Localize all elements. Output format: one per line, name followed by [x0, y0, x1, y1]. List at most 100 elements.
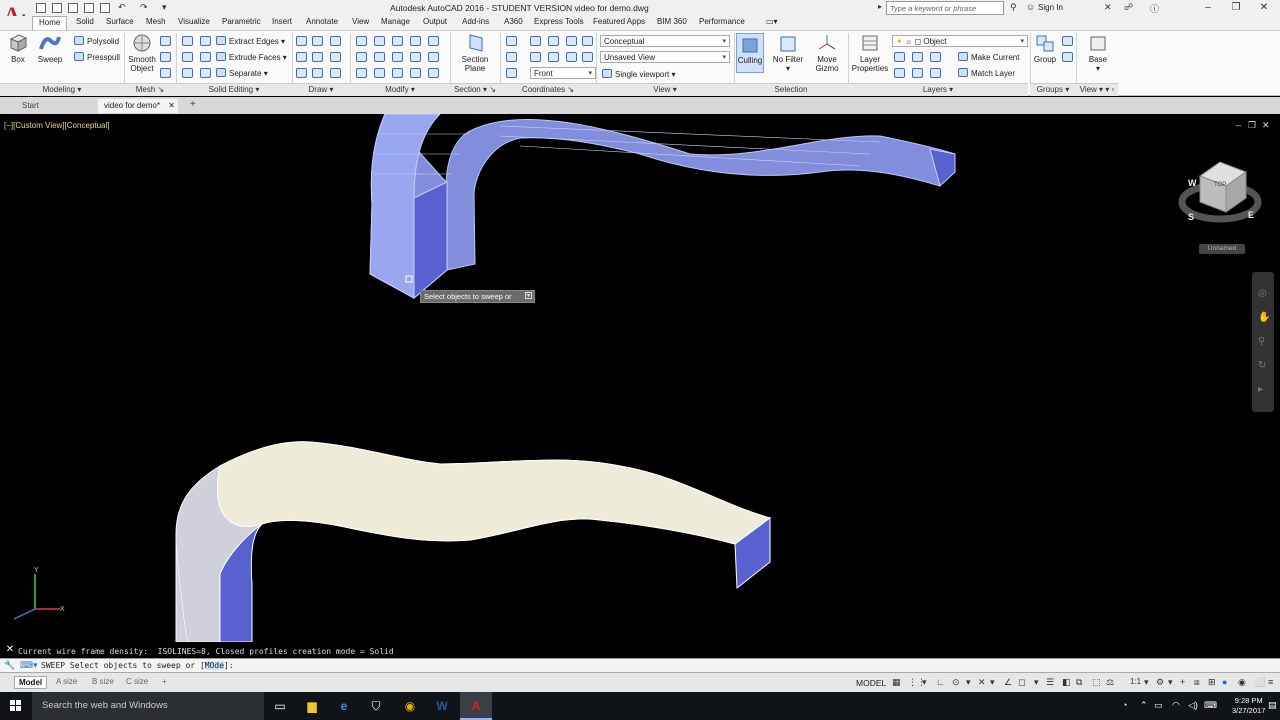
exchange-apps-icon[interactable]: ✕: [1104, 2, 1112, 13]
modify-panel-title[interactable]: Modify ▾: [350, 83, 450, 96]
hatch-icon[interactable]: [330, 68, 341, 78]
fillet-icon[interactable]: [428, 36, 439, 46]
ortho-icon[interactable]: ∟: [936, 677, 945, 687]
viewport-config-button[interactable]: Single viewport ▾: [602, 69, 676, 79]
annotation-scale[interactable]: 1:1: [1130, 677, 1141, 686]
spline-icon[interactable]: [312, 52, 323, 62]
isolate-objects-icon[interactable]: ◉: [1238, 677, 1246, 688]
ucs-y-icon[interactable]: [582, 52, 593, 62]
polysolid-button[interactable]: Polysolid: [74, 36, 119, 46]
viewport-restore-icon[interactable]: ❐: [1248, 120, 1256, 131]
mesh-tool-icon[interactable]: [160, 36, 171, 46]
no-filter-button[interactable]: No Filter ▾: [770, 33, 806, 73]
autocad-taskbar-icon[interactable]: A: [460, 692, 492, 720]
search-icon[interactable]: ⚲: [1010, 2, 1017, 13]
viewport-minimize-icon[interactable]: –: [1236, 120, 1241, 130]
polygon-icon[interactable]: [296, 68, 307, 78]
ucs-named-icon[interactable]: [506, 68, 517, 78]
presspull-button[interactable]: Presspull: [74, 52, 120, 62]
keyboard-icon[interactable]: ⌨: [1204, 700, 1217, 711]
layout-tab-a-size[interactable]: A size: [52, 676, 81, 687]
redo-icon[interactable]: ↷: [140, 2, 148, 13]
section-panel-title[interactable]: Section ▾ ↘: [450, 83, 500, 96]
drawing-viewport[interactable]: Y X TOP W S E Unnamed ◎ ✋ ⚲ ↻ ▸ [−][Cust…: [0, 114, 1280, 642]
pan-icon[interactable]: ✋: [1258, 312, 1270, 323]
edge-browser-icon[interactable]: e: [328, 692, 360, 720]
search-input[interactable]: Type a keyword or phrase: [886, 1, 1004, 15]
visual-style-dropdown[interactable]: Conceptual ▾: [600, 35, 730, 47]
add-layout-button[interactable]: +: [158, 676, 171, 687]
selection-cycling-icon[interactable]: ⧉: [1076, 677, 1082, 688]
stretch-icon[interactable]: [392, 52, 403, 62]
3d-osnap-icon[interactable]: ⬚: [1092, 677, 1101, 688]
ucs-name-menu[interactable]: Unnamed: [1199, 244, 1245, 254]
layer-off-icon[interactable]: [912, 52, 923, 62]
model-canvas[interactable]: Y X: [0, 114, 1280, 642]
ucs-3point-icon[interactable]: [582, 36, 593, 46]
tab-video-for-demo[interactable]: video for demo* ✕: [98, 99, 178, 113]
view2-panel-title[interactable]: View ▾ ▾ ▫: [1076, 83, 1118, 96]
ucs-view-icon[interactable]: [548, 52, 559, 62]
battery-icon[interactable]: ▭: [1154, 700, 1163, 711]
save-icon[interactable]: [68, 3, 78, 13]
word-icon[interactable]: W: [426, 692, 458, 720]
slice-icon[interactable]: [200, 52, 211, 62]
modeling-panel-title[interactable]: Modeling ▾: [0, 83, 124, 96]
section-plane-button[interactable]: Section Plane: [458, 33, 492, 73]
group-edit-icon[interactable]: [1062, 52, 1073, 62]
culling-button[interactable]: Culling: [736, 33, 764, 73]
ellipse-icon[interactable]: [330, 52, 341, 62]
clean-screen-icon[interactable]: ⬜: [1254, 677, 1265, 688]
file-explorer-icon[interactable]: ▆: [296, 692, 328, 720]
chevron-down-icon[interactable]: ▾: [922, 677, 927, 688]
chevron-down-icon[interactable]: ▾: [990, 677, 995, 688]
ucs-view-dropdown[interactable]: Front ▾: [530, 67, 596, 79]
draw-panel-title[interactable]: Draw ▾: [292, 83, 350, 96]
chevron-down-icon[interactable]: ▾: [1034, 677, 1039, 688]
zoom-icon[interactable]: ⚲: [1258, 336, 1265, 347]
selection-panel-title[interactable]: Selection: [734, 83, 848, 96]
thicken-icon[interactable]: [200, 68, 211, 78]
model-space-toggle[interactable]: MODEL: [856, 678, 886, 688]
tab-insert[interactable]: Insert: [272, 17, 292, 26]
close-tab-icon[interactable]: ✕: [168, 101, 175, 110]
new-tab-button[interactable]: +: [186, 99, 200, 113]
ungroup-icon[interactable]: [1062, 36, 1073, 46]
layout-tab-b-size[interactable]: B size: [88, 676, 118, 687]
open-file-icon[interactable]: [52, 3, 62, 13]
extract-edges-button[interactable]: Extract Edges ▾: [216, 36, 285, 46]
command-line[interactable]: 🔧 ⌨▾ SWEEP Select objects to sweep or [M…: [0, 658, 1280, 672]
smooth-object-button[interactable]: Smooth Object: [126, 33, 158, 73]
showmotion-icon[interactable]: ▸: [1258, 384, 1263, 395]
ucs-face-icon[interactable]: [506, 52, 517, 62]
start-button[interactable]: [0, 692, 32, 720]
annotation-monitor-icon[interactable]: +: [1180, 677, 1185, 687]
people-icon[interactable]: ◔: [1122, 700, 1127, 710]
offset-icon[interactable]: [410, 52, 421, 62]
circle-icon[interactable]: [330, 36, 341, 46]
mode-option[interactable]: MOde: [204, 661, 225, 670]
chevron-down-icon[interactable]: ▾: [966, 677, 971, 688]
quick-access-dropdown-icon[interactable]: ▾: [162, 2, 167, 13]
navigation-bar[interactable]: ◎ ✋ ⚲ ↻ ▸: [1252, 272, 1274, 412]
tab-performance[interactable]: Performance: [699, 17, 745, 26]
help-icon[interactable]: ⓘ: [1150, 2, 1159, 15]
task-view-icon[interactable]: ▭: [264, 692, 296, 720]
explode-icon[interactable]: [392, 68, 403, 78]
tab-start[interactable]: Start: [16, 99, 45, 113]
layer-thaw-icon[interactable]: [930, 68, 941, 78]
dynamic-input-arrow-icon[interactable]: ▾: [525, 292, 532, 299]
ucs-z-icon[interactable]: [566, 36, 577, 46]
volume-icon[interactable]: ◁): [1188, 700, 1198, 711]
join-icon[interactable]: [410, 68, 421, 78]
tab-mesh[interactable]: Mesh: [146, 17, 166, 26]
copy-icon[interactable]: [392, 36, 403, 46]
tab-visualize[interactable]: Visualize: [178, 17, 210, 26]
chrome-icon[interactable]: ◉: [394, 692, 426, 720]
save-as-icon[interactable]: [84, 3, 94, 13]
tab-a360[interactable]: A360: [504, 17, 523, 26]
make-current-button[interactable]: Make Current: [958, 52, 1019, 62]
groups-panel-title[interactable]: Groups ▾: [1030, 83, 1076, 96]
layer-on-icon[interactable]: [912, 68, 923, 78]
mirror-icon[interactable]: [410, 36, 421, 46]
